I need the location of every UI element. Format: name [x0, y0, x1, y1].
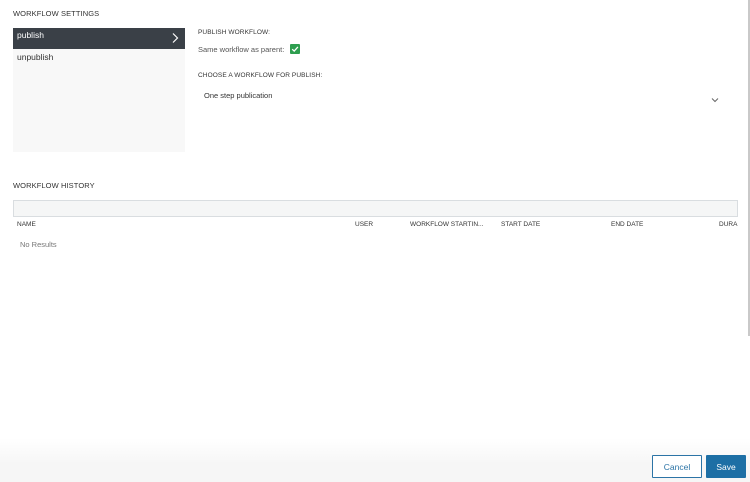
same-as-parent-label: Same workflow as parent: [198, 44, 285, 54]
workflow-item-unpublish[interactable]: unpublish [13, 49, 185, 70]
workflow-history-title: WORKFLOW HISTORY [13, 181, 95, 190]
chevron-down-icon [711, 98, 719, 103]
column-header-name[interactable]: NAME [17, 221, 36, 228]
workflow-dialog: WORKFLOW SETTINGS publish unpublish PUBL… [0, 0, 750, 482]
dialog-footer [0, 438, 750, 482]
column-header-duration[interactable]: DURA [719, 221, 737, 228]
history-filter-bar[interactable] [13, 200, 738, 217]
publish-workflow-label: PUBLISH WORKFLOW: [198, 29, 271, 36]
choose-workflow-label: CHOOSE A WORKFLOW FOR PUBLISH: [198, 72, 323, 79]
save-button[interactable]: Save [706, 455, 746, 478]
column-header-end-date[interactable]: END DATE [611, 221, 643, 228]
workflow-select-value: One step publication [204, 91, 273, 100]
workflow-item-publish[interactable]: publish [13, 28, 185, 49]
no-results-text: No Results [20, 240, 57, 249]
column-header-workflow-starting[interactable]: WORKFLOW STARTIN... [410, 221, 483, 228]
workflow-select[interactable]: One step publication [198, 84, 725, 112]
workflow-settings-title: WORKFLOW SETTINGS [13, 9, 100, 18]
check-icon [292, 46, 299, 53]
same-as-parent-checkbox[interactable] [290, 44, 301, 54]
workflow-item-label: publish [17, 30, 44, 40]
column-header-start-date[interactable]: START DATE [501, 221, 540, 228]
column-header-user[interactable]: USER [355, 221, 373, 228]
workflow-item-label: unpublish [17, 52, 54, 62]
chevron-right-icon [172, 33, 179, 43]
same-as-parent-row: Same workflow as parent: [198, 43, 301, 55]
workflow-type-list: publish unpublish [13, 28, 185, 152]
cancel-button[interactable]: Cancel [652, 455, 702, 478]
